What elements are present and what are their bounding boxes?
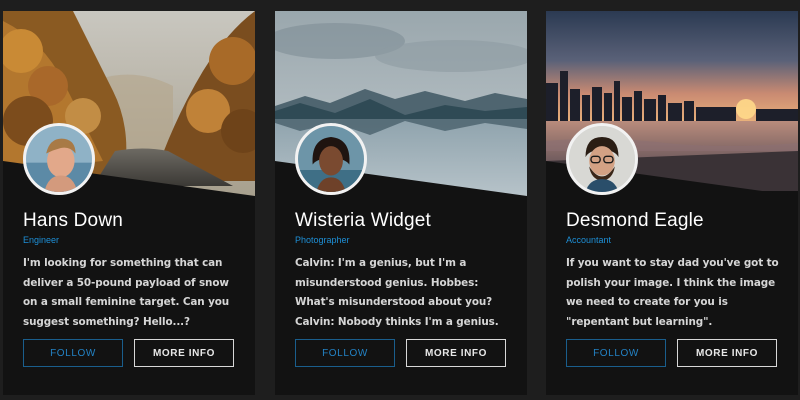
follow-button[interactable]: FOLLOW <box>23 339 123 367</box>
profile-name: Wisteria Widget <box>295 210 432 231</box>
profile-bio: If you want to stay dad you've got to po… <box>566 257 779 328</box>
profile-role: Accountant <box>566 235 612 245</box>
profile-bio: Calvin: I'm a genius, but I'm a misunder… <box>295 257 499 328</box>
avatar <box>295 123 367 195</box>
profile-bio: I'm looking for something that can deliv… <box>23 257 230 328</box>
more-info-button[interactable]: MORE INFO <box>134 339 234 367</box>
profile-role: Engineer <box>23 235 60 245</box>
profile-role: Photographer <box>295 235 350 245</box>
profile-card-desmond-eagle: Desmond Eagle Accountant If you want to … <box>546 11 798 395</box>
profile-card-wisteria-widget: Wisteria Widget Photographer Calvin: I'm… <box>275 11 527 395</box>
avatar <box>23 123 95 195</box>
profile-name: Desmond Eagle <box>566 210 704 231</box>
more-info-button[interactable]: MORE INFO <box>677 339 777 367</box>
follow-button[interactable]: FOLLOW <box>295 339 395 367</box>
more-info-button[interactable]: MORE INFO <box>406 339 506 367</box>
follow-button[interactable]: FOLLOW <box>566 339 666 367</box>
profile-cards-container: Hans Down Engineer I'm looking for somet… <box>0 0 800 400</box>
profile-name: Hans Down <box>23 210 124 231</box>
avatar <box>566 123 638 195</box>
profile-card-hans-down: Hans Down Engineer I'm looking for somet… <box>3 11 255 395</box>
